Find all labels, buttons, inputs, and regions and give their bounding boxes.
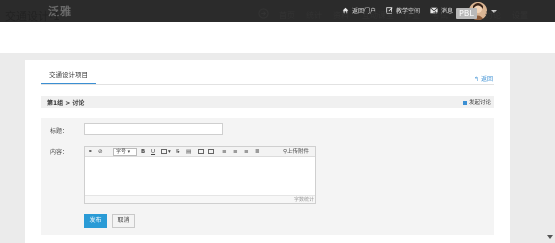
breadcrumb-bar [41,96,494,108]
align-right-icon[interactable]: ≡ [244,148,249,156]
upload-attachment-label: 上传附件 [287,149,310,155]
title-input[interactable] [84,123,223,135]
nav-home[interactable]: 首页 [279,10,295,21]
upload-attachment-button[interactable]: ⚲上传附件 [283,148,309,156]
video-icon[interactable] [198,149,204,154]
word-count: 字数统计 [294,197,315,203]
back-label: 返回 [480,76,493,83]
back-arrow-icon: ↰ [474,76,480,83]
chevron-down-icon: ▾ [127,149,131,155]
new-topic-label: 发起讨论 [469,100,492,106]
editor-status-bar [85,195,315,203]
image-icon[interactable] [208,149,214,154]
font-size-label: 字号 [116,149,127,155]
font-color-icon[interactable] [161,149,167,154]
tab-divider [41,84,494,85]
course-title: 交通设计-1 [5,10,60,23]
back-link[interactable]: ↰ 返回 [474,74,493,83]
nav-stats[interactable]: 统计 [306,10,322,21]
underline-button[interactable]: U [151,148,155,156]
cancel-button[interactable]: 取消 [112,214,135,228]
paste-icon[interactable]: ▤ [186,148,191,156]
nav-pbl[interactable]: PBL [456,8,477,19]
new-topic-link[interactable]: 发起讨论 [463,98,491,106]
bold-button[interactable]: B [141,148,145,156]
unlink-icon[interactable]: ⊘ [98,148,103,156]
font-size-select[interactable]: 字号 ▾ [113,148,137,156]
scroll-down-icon[interactable] [547,235,553,239]
nav-materials[interactable]: 资料 [333,10,349,21]
title-label: 标题： [50,128,69,135]
content-label: 内容： [50,149,69,156]
breadcrumb: 第1组 > 讨论 [47,100,85,107]
link-icon[interactable]: ⚭ [88,148,93,156]
course-header [0,22,555,53]
align-center-icon[interactable]: ≡ [233,148,238,156]
nav-interactive-class[interactable]: 互动课堂 [362,10,394,21]
tab-project[interactable]: 交通设计项目 [41,66,96,84]
align-justify-icon[interactable]: ≣ [255,148,260,156]
strikethrough-icon[interactable]: S̶ [176,148,180,156]
publish-button[interactable]: 发布 [84,214,107,228]
enter-course-icon[interactable] [258,8,269,19]
editor-content[interactable] [85,158,315,195]
nav-settings[interactable]: 设置 [512,10,528,21]
nav-homework[interactable]: 作业 [404,10,420,21]
new-topic-icon [463,100,467,105]
font-color-dropdown-icon[interactable]: ▾ [168,148,171,156]
nav-exam[interactable]: 考试 [432,10,448,21]
align-left-icon[interactable]: ≡ [222,148,227,156]
nav-discussion[interactable]: 讨论 [485,10,501,21]
